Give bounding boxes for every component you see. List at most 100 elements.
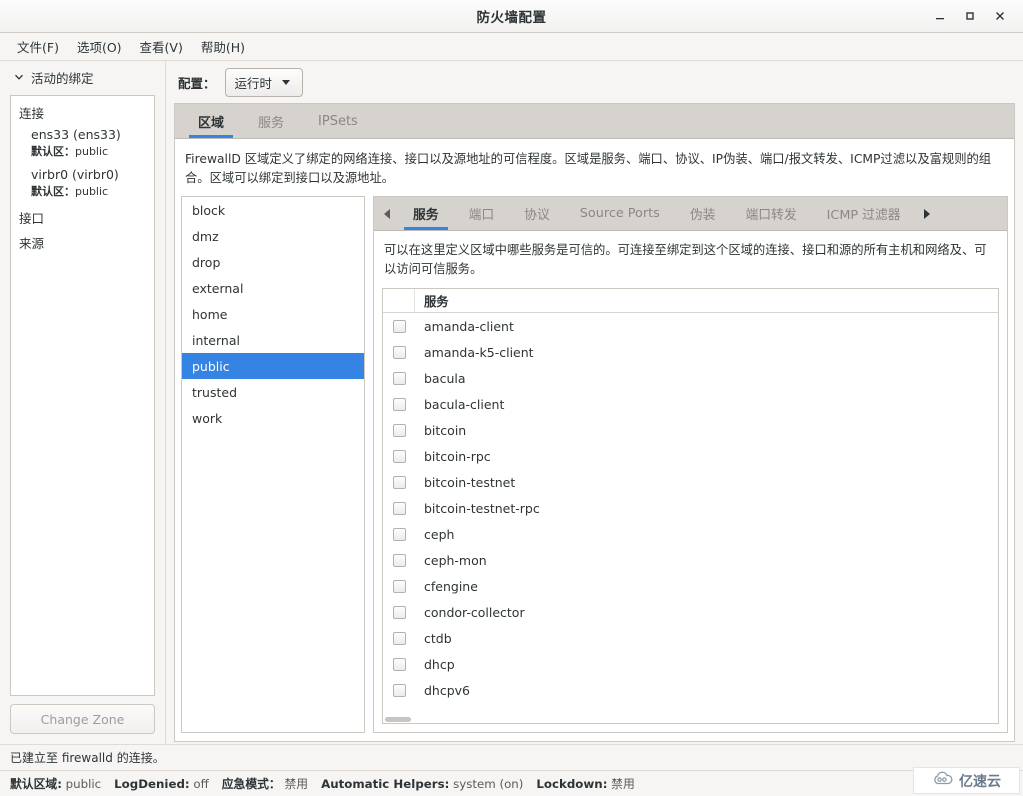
zone-item-drop[interactable]: drop [182,249,364,275]
menu-file[interactable]: 文件(F) [8,34,68,59]
service-checkbox[interactable] [383,631,415,645]
table-row[interactable]: amanda-client [383,313,998,339]
service-checkbox[interactable] [383,553,415,567]
tab-services[interactable]: 服务 [398,197,454,231]
table-row[interactable]: ceph-mon [383,547,998,573]
service-name: bitcoin-rpc [424,448,491,464]
connection-status-line: 已建立至 firewalld 的连接。 [0,744,1023,770]
table-row[interactable]: cfengine [383,573,998,599]
service-name: bacula-client [424,396,505,412]
service-checkbox[interactable] [383,397,415,411]
table-row[interactable]: bitcoin-rpc [383,443,998,469]
services-checkbox-column-header [383,289,415,313]
table-row[interactable]: bitcoin-testnet [383,469,998,495]
config-mode-value: 运行时 [234,75,273,91]
active-bindings-label: 活动的绑定 [31,70,94,86]
tab-scroll-right-icon[interactable] [916,197,938,230]
active-bindings-header[interactable]: 活动的绑定 [0,61,165,93]
zone-description: FirewallD 区域定义了绑定的网络连接、接口以及源地址的可信程度。区域是服… [185,152,992,186]
table-row[interactable]: bitcoin [383,417,998,443]
bindings-group-interfaces[interactable]: 接口 [11,205,154,230]
main-notebook: 区域 服务 IPSets FirewallD 区域定义了绑定的网络连接、接口以及… [174,103,1015,742]
service-checkbox[interactable] [383,501,415,515]
tab-scroll-left-icon[interactable] [376,197,398,230]
service-checkbox[interactable] [383,319,415,333]
menu-help[interactable]: 帮助(H) [192,34,254,59]
status-lockdown: Lockdown: 禁用 [536,775,634,792]
tab-ports[interactable]: 端口 [454,197,510,230]
zone-item-work[interactable]: work [182,405,364,431]
status-automatic-helpers: Automatic Helpers: system (on) [321,777,523,791]
service-name: amanda-client [424,318,514,334]
zone-item-internal[interactable]: internal [182,327,364,353]
table-row[interactable]: condor-collector [383,599,998,625]
zone-item-dmz[interactable]: dmz [182,223,364,249]
service-checkbox[interactable] [383,657,415,671]
zone-item-external[interactable]: external [182,275,364,301]
zone-item-home[interactable]: home [182,301,364,327]
connection-zone: 默认区：public [31,183,154,199]
zone-item-block[interactable]: block [182,197,364,223]
table-row[interactable]: bitcoin-testnet-rpc [383,495,998,521]
service-checkbox[interactable] [383,423,415,437]
service-checkbox[interactable] [383,449,415,463]
tab-services[interactable]: 服务 [241,104,301,138]
tab-icmp-filter[interactable]: ICMP 过滤器 [812,197,916,230]
table-row[interactable]: ctdb [383,625,998,651]
service-name: dhcpv6 [424,682,471,698]
tab-protocols[interactable]: 协议 [509,197,565,230]
services-horizontal-scrollbar[interactable] [385,717,996,722]
config-mode-dropdown[interactable]: 运行时 [224,67,303,97]
bindings-group-connections[interactable]: 连接 [11,100,154,125]
table-row[interactable]: amanda-k5-client [383,339,998,365]
tab-port-forwarding[interactable]: 端口转发 [730,197,811,230]
active-bindings-sidebar: 活动的绑定 连接 ens33 (ens33) 默认区：public virbr0… [0,61,166,744]
zone-item-public[interactable]: public [182,353,364,380]
connection-name: virbr0 (virbr0) [31,167,119,182]
change-zone-button[interactable]: Change Zone [10,704,155,734]
status-bar: 默认区域: public LogDenied: off 应急模式： 禁用 Aut… [0,767,1023,796]
tab-ipsets[interactable]: IPSets [301,104,375,138]
connection-zone-value: public [75,185,109,198]
zone-list[interactable]: block dmz drop external home internal pu… [181,196,365,733]
binding-connection-item[interactable]: virbr0 (virbr0) 默认区：public [11,165,154,205]
zone-list-scrollbar[interactable] [357,198,363,731]
menu-view[interactable]: 查看(V) [131,34,192,59]
table-row[interactable]: ceph [383,521,998,547]
service-checkbox[interactable] [383,527,415,541]
menu-options[interactable]: 选项(O) [68,34,131,59]
services-name-column-header: 服务 [424,294,449,309]
service-name: bitcoin-testnet-rpc [424,500,540,516]
status-lockdown-value: 禁用 [611,777,635,791]
table-row[interactable]: dhcp [383,651,998,677]
tab-zones[interactable]: 区域 [181,104,241,138]
service-checkbox[interactable] [383,371,415,385]
service-checkbox[interactable] [383,475,415,489]
tab-masquerade[interactable]: 伪装 [675,197,731,230]
service-checkbox[interactable] [383,605,415,619]
scrollbar-thumb[interactable] [385,717,411,722]
services-table-body[interactable]: amanda-client amanda-k5-client bacula ba… [383,313,998,723]
connection-zone: 默认区：public [31,143,154,159]
maximize-icon[interactable] [955,3,985,29]
zone-settings-notebook: 服务 端口 协议 Source Ports 伪装 端口转发 ICMP 过滤器 可… [373,196,1008,733]
service-checkbox[interactable] [383,579,415,593]
table-row[interactable]: bacula-client [383,391,998,417]
table-row[interactable]: bacula [383,365,998,391]
connection-zone-value: public [75,145,109,158]
minimize-icon[interactable] [925,3,955,29]
status-default-zone-value: public [65,777,102,791]
table-row[interactable]: dhcpv6 [383,677,998,703]
bindings-list[interactable]: 连接 ens33 (ens33) 默认区：public virbr0 (virb… [10,95,155,696]
close-icon[interactable] [985,3,1015,29]
chevron-down-icon [282,79,291,85]
service-checkbox[interactable] [383,345,415,359]
service-name: cfengine [424,578,478,594]
bindings-group-sources[interactable]: 来源 [11,230,154,255]
binding-connection-item[interactable]: ens33 (ens33) 默认区：public [11,125,154,165]
title-bar: 防火墙配置 [0,0,1023,33]
tab-source-ports[interactable]: Source Ports [565,197,675,230]
connection-name: ens33 (ens33) [31,127,121,142]
zone-item-trusted[interactable]: trusted [182,379,364,405]
service-checkbox[interactable] [383,683,415,697]
